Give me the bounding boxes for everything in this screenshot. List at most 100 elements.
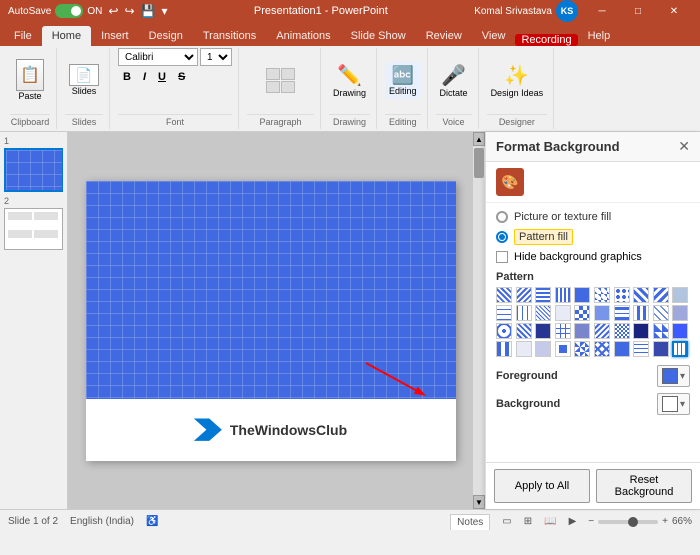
pattern-21[interactable] [496,323,512,339]
pattern-36[interactable] [594,341,610,357]
underline-button[interactable]: U [153,68,171,86]
zoom-out-icon[interactable]: − [588,516,594,527]
scroll-thumb[interactable] [474,148,484,178]
editing-button[interactable]: 🔤 Editing [385,62,421,99]
pattern-23[interactable] [535,323,551,339]
foreground-color-picker[interactable]: ▾ [657,365,690,387]
zoom-thumb[interactable] [628,517,638,527]
tab-animations[interactable]: Animations [266,26,340,46]
pattern-5[interactable] [574,287,590,303]
pattern-35[interactable] [574,341,590,357]
pattern-15[interactable] [574,305,590,321]
pattern-31[interactable] [496,341,512,357]
slide-sorter-button[interactable]: ⊞ [520,515,536,528]
save-icon[interactable]: 💾 [141,4,156,18]
normal-view-button[interactable]: ▭ [498,515,515,528]
redo-icon[interactable]: ↪ [124,4,134,18]
pattern-6[interactable] [594,287,610,303]
slide-thumb-2[interactable] [4,208,63,250]
tab-help[interactable]: Help [578,26,621,46]
tab-insert[interactable]: Insert [91,26,139,46]
foreground-dropdown-arrow[interactable]: ▾ [680,371,685,382]
pattern-26[interactable] [594,323,610,339]
pattern-34[interactable] [555,341,571,357]
panel-close-button[interactable]: ✕ [678,138,690,155]
drawing-button[interactable]: ✏️ Drawing [329,60,370,101]
pattern-8[interactable] [633,287,649,303]
pattern-29[interactable] [653,323,669,339]
pattern-37[interactable] [614,341,630,357]
radio-pattern[interactable] [496,231,508,243]
tab-home[interactable]: Home [42,26,91,46]
pattern-7[interactable] [614,287,630,303]
bold-button[interactable]: B [118,68,136,86]
slide-thumb-1[interactable] [4,148,63,192]
pattern-1[interactable] [496,287,512,303]
tab-design[interactable]: Design [139,26,193,46]
tab-view[interactable]: View [472,26,516,46]
font-family-select[interactable]: Calibri [118,48,198,66]
pattern-3[interactable] [535,287,551,303]
pattern-27[interactable] [614,323,630,339]
pattern-14[interactable] [555,305,571,321]
close-button[interactable]: ✕ [656,0,692,22]
zoom-slider[interactable] [598,520,658,524]
align-justify-icon[interactable] [281,81,295,93]
pattern-33[interactable] [535,341,551,357]
pattern-25[interactable] [574,323,590,339]
pattern-39[interactable] [653,341,669,357]
minimize-button[interactable]: ─ [584,0,620,22]
pattern-12[interactable] [516,305,532,321]
zoom-in-icon[interactable]: + [662,516,668,527]
align-right-icon[interactable] [266,81,280,93]
autosave-toggle[interactable] [55,4,83,18]
background-dropdown-arrow[interactable]: ▾ [680,399,685,410]
pattern-40-selected[interactable] [672,341,688,357]
scroll-up-button[interactable]: ▲ [473,132,485,146]
pattern-38[interactable] [633,341,649,357]
pattern-22[interactable] [516,323,532,339]
pattern-32[interactable] [516,341,532,357]
slides-button[interactable]: 📄 Slides [65,61,103,99]
pattern-18[interactable] [633,305,649,321]
pattern-2[interactable] [516,287,532,303]
tab-review[interactable]: Review [416,26,472,46]
tab-file[interactable]: File [4,26,42,46]
align-left-icon[interactable] [266,68,280,80]
slide-1[interactable]: 1 [4,136,63,192]
pattern-13[interactable] [535,305,551,321]
strikethrough-button[interactable]: S [173,68,190,86]
align-center-icon[interactable] [281,68,295,80]
hide-bg-checkbox[interactable] [496,251,508,263]
background-color-picker[interactable]: ▾ [657,393,690,415]
scroll-down-button[interactable]: ▼ [473,495,485,509]
canvas-area[interactable]: TheWindowsClub [68,132,473,509]
pattern-16[interactable] [594,305,610,321]
tab-slideshow[interactable]: Slide Show [341,26,416,46]
dictate-button[interactable]: 🎤 Dictate [436,60,472,101]
apply-all-button[interactable]: Apply to All [494,469,590,503]
slide-2[interactable]: 2 [4,196,63,250]
undo-icon[interactable]: ↩ [108,4,118,18]
pattern-20[interactable] [672,305,688,321]
pattern-9[interactable] [653,287,669,303]
pattern-30[interactable] [672,323,688,339]
pattern-11[interactable] [496,305,512,321]
pattern-19[interactable] [653,305,669,321]
slideshow-button[interactable]: ▶ [565,515,581,528]
radio-picture[interactable] [496,211,508,223]
tab-transitions[interactable]: Transitions [193,26,266,46]
pattern-4[interactable] [555,287,571,303]
reading-view-button[interactable]: 📖 [540,515,560,528]
pattern-24[interactable] [555,323,571,339]
restore-button[interactable]: □ [620,0,656,22]
reset-background-button[interactable]: Reset Background [596,469,692,503]
vertical-scrollbar[interactable]: ▲ ▼ [473,132,485,509]
italic-button[interactable]: I [138,68,151,86]
pattern-17[interactable] [614,305,630,321]
pattern-10[interactable] [672,287,688,303]
tab-recording[interactable]: Recording [515,34,577,46]
pattern-28[interactable] [633,323,649,339]
font-size-select[interactable]: 18 [200,48,232,66]
paste-button[interactable]: 📋 Paste [10,55,50,105]
